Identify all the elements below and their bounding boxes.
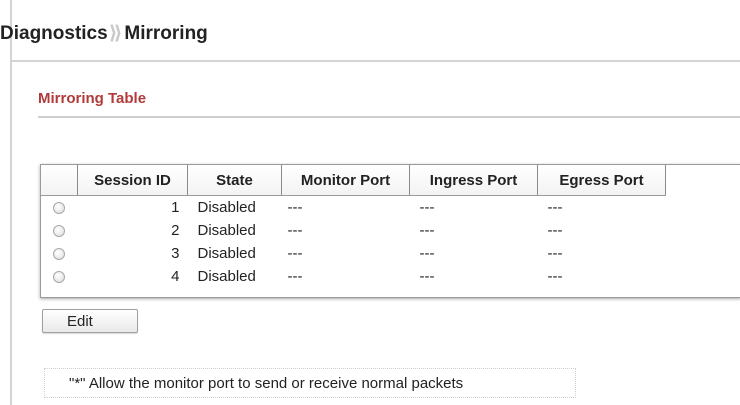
ingress-port-cell: ---: [419, 268, 435, 285]
row-radio-button[interactable]: [53, 271, 66, 284]
header-monitor-port[interactable]: Monitor Port: [281, 165, 410, 196]
row-select-cell: [41, 219, 78, 242]
session-id-cell: 4: [171, 268, 180, 285]
table-row[interactable]: 1 Disabled --- --- ---: [41, 196, 666, 220]
title-divider: [10, 60, 740, 62]
header-ingress-port[interactable]: Ingress Port: [409, 165, 538, 196]
breadcrumb-parent[interactable]: Diagnostics: [0, 23, 108, 44]
ingress-port-cell: ---: [419, 245, 435, 262]
row-radio-button[interactable]: [53, 202, 66, 215]
breadcrumb-current: Mirroring: [124, 23, 208, 44]
ingress-port-cell: ---: [419, 199, 435, 216]
monitor-port-cell: ---: [287, 245, 303, 262]
session-id-cell: 1: [171, 199, 180, 216]
state-cell: Disabled: [197, 222, 256, 239]
egress-port-cell: ---: [547, 199, 563, 216]
ingress-port-cell: ---: [419, 222, 435, 239]
monitor-port-note: "*" Allow the monitor port to send or re…: [44, 368, 576, 398]
edit-button[interactable]: Edit: [42, 309, 138, 333]
table-row[interactable]: 4 Disabled --- --- ---: [41, 265, 666, 288]
egress-port-cell: ---: [547, 268, 563, 285]
section-title: Mirroring Table: [38, 90, 147, 107]
monitor-port-cell: ---: [287, 199, 303, 216]
section-divider: [38, 116, 740, 118]
row-radio-button[interactable]: [53, 248, 66, 261]
state-cell: Disabled: [197, 245, 256, 262]
state-cell: Disabled: [197, 199, 256, 216]
row-select-cell: [41, 265, 78, 288]
egress-port-cell: ---: [547, 222, 563, 239]
row-select-cell: [41, 242, 78, 265]
row-radio-button[interactable]: [53, 225, 66, 238]
session-id-cell: 3: [171, 245, 180, 262]
monitor-port-cell: ---: [287, 222, 303, 239]
egress-port-cell: ---: [547, 245, 563, 262]
header-select: [41, 165, 78, 196]
session-id-cell: 2: [171, 222, 180, 239]
breadcrumb-separator-icon: ⟫: [108, 23, 123, 44]
table-row[interactable]: 3 Disabled --- --- ---: [41, 242, 666, 265]
header-egress-port[interactable]: Egress Port: [537, 165, 666, 196]
state-cell: Disabled: [197, 268, 256, 285]
header-session-id[interactable]: Session ID: [77, 165, 188, 196]
header-state[interactable]: State: [187, 165, 282, 196]
monitor-port-cell: ---: [287, 268, 303, 285]
page-title: Diagnostics⟫ Mirroring: [0, 22, 208, 48]
row-select-cell: [41, 196, 78, 220]
table-row[interactable]: 2 Disabled --- --- ---: [41, 219, 666, 242]
mirroring-table: Session ID State Monitor Port Ingress Po…: [40, 164, 740, 298]
table-header-row: Session ID State Monitor Port Ingress Po…: [41, 165, 666, 196]
